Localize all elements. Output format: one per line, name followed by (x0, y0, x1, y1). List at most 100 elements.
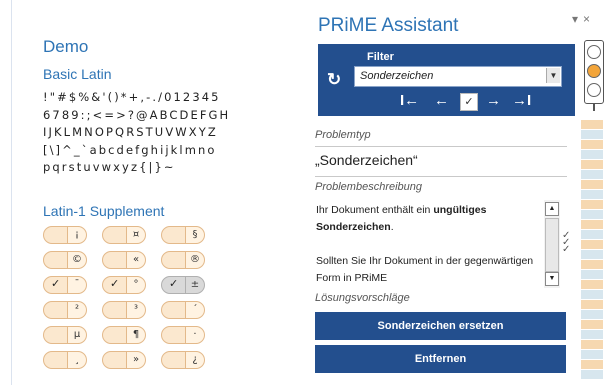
divider (315, 176, 567, 177)
previous-problem-button[interactable]: ← (434, 92, 449, 109)
char-cell[interactable]: § (161, 226, 213, 244)
char-cell[interactable]: ¿ (161, 351, 213, 369)
char-cell[interactable]: ✓ ° (102, 276, 154, 294)
char-cell-glyph: ³ (126, 301, 146, 319)
overview-segment (581, 330, 603, 339)
char-cell-check: ✓ (110, 278, 120, 290)
basic-latin-text: !"#$%&'()*+,-./012345 6789:;<=>?@ABCDEFG… (43, 89, 275, 177)
char-cell[interactable]: ¡ (43, 226, 95, 244)
chevron-down-icon[interactable]: ▼ (546, 68, 560, 83)
overview-segment (581, 140, 603, 149)
overview-segment (581, 290, 603, 299)
document-overview-stripe[interactable] (581, 120, 603, 385)
mark-done-button[interactable]: ✓ (460, 93, 478, 111)
problem-type-value: „Sonderzeichen“ (315, 152, 418, 168)
traffic-yellow-lamp (587, 64, 601, 78)
char-cell[interactable]: ¶ (102, 326, 154, 344)
char-cell-glyph: ¿ (185, 351, 205, 369)
overview-segment (581, 120, 603, 129)
overview-segment (581, 280, 603, 289)
char-cell-glyph: ¸ (67, 351, 87, 369)
char-cell[interactable]: © (43, 251, 95, 269)
filter-bar: Filter ↻ Sonderzeichen ▼ I← ← ✓ → →I (318, 44, 575, 116)
basic-latin-heading: Basic Latin (43, 66, 112, 82)
overview-segment (581, 340, 603, 349)
char-cell[interactable]: µ (43, 326, 95, 344)
overview-segment (581, 270, 603, 279)
char-cell[interactable]: ² (43, 301, 95, 319)
char-cell-glyph: » (126, 351, 146, 369)
next-problem-button[interactable]: → (486, 92, 501, 109)
char-cell-glyph: ± (185, 276, 205, 294)
scroll-up-icon[interactable]: ▲ (545, 202, 559, 216)
problem-description-box[interactable]: Ihr Dokument enthält ein ungültiges Sond… (310, 200, 563, 288)
problem-description-text: Ihr Dokument enthält ein ungültiges Sond… (316, 202, 540, 287)
char-cell[interactable]: ¸ (43, 351, 95, 369)
char-cell-glyph: © (67, 251, 87, 269)
char-cell-glyph: ´ (185, 301, 205, 319)
char-cell-glyph: ® (185, 251, 205, 269)
overview-segment (581, 130, 603, 139)
description-text: Sollten Sie Ihr Dokument in der gegenwär… (316, 255, 534, 284)
overview-segment (581, 190, 603, 199)
overview-segment (581, 170, 603, 179)
overview-segment (581, 230, 603, 239)
problem-description-label: Problembeschreibung (315, 181, 423, 193)
overview-segment (581, 320, 603, 329)
char-cell[interactable]: ✓ ± (161, 276, 213, 294)
overview-segment (581, 180, 603, 189)
traffic-light-icon (584, 40, 604, 111)
pane-menu-icon[interactable]: ▾ (572, 12, 578, 26)
text-line: IJKLMNOPQRSTUVWXYZ (43, 125, 218, 139)
scroll-thumb[interactable] (545, 218, 559, 272)
overview-segment (581, 260, 603, 269)
char-cell-glyph: ² (67, 301, 87, 319)
first-problem-button[interactable]: I← (400, 92, 419, 109)
overview-segment (581, 350, 603, 359)
text-line: 6789:;<=>?@ABCDEFGH (43, 107, 231, 122)
document-area[interactable]: Demo Basic Latin !"#$%&'()*+,-./012345 6… (0, 0, 310, 385)
overview-segment (581, 160, 603, 169)
last-problem-button[interactable]: →I (512, 92, 531, 109)
filter-select[interactable]: Sonderzeichen ▼ (354, 66, 562, 87)
overview-segment (581, 360, 603, 369)
refresh-icon[interactable]: ↻ (327, 70, 341, 90)
char-cell-glyph: « (126, 251, 146, 269)
char-cell[interactable]: · (161, 326, 213, 344)
text-line: pqrstuvwxyz{|}~ (43, 160, 176, 174)
filter-select-value: Sonderzeichen (360, 70, 434, 82)
pane-controls: ▾ × (572, 12, 595, 26)
solutions-label: Lösungsvorschläge (315, 292, 410, 304)
char-cell-check: ✓ (51, 278, 61, 290)
overview-segment (581, 150, 603, 159)
overview-segment (581, 210, 603, 219)
overview-segment (581, 220, 603, 229)
char-cell[interactable]: ´ (161, 301, 213, 319)
char-cell-glyph: ¶ (126, 326, 146, 344)
char-cell-check: ✓ (169, 278, 179, 290)
traffic-light-stem (593, 103, 595, 111)
char-cell[interactable]: ¤ (102, 226, 154, 244)
char-cell[interactable]: ® (161, 251, 213, 269)
description-text: . (390, 221, 394, 233)
char-cell[interactable]: » (102, 351, 154, 369)
text-line: !"#$%&'()*+,-./012345 (43, 90, 221, 104)
char-cell-glyph: ¤ (126, 226, 146, 244)
traffic-green-lamp (587, 83, 601, 97)
char-cell[interactable]: ✓ ¯ (43, 276, 95, 294)
char-cell-glyph: · (185, 326, 205, 344)
close-icon[interactable]: × (583, 12, 590, 26)
overview-segment (581, 300, 603, 309)
char-cell[interactable]: ³ (102, 301, 154, 319)
document-title: Demo (43, 37, 89, 56)
char-cell[interactable]: « (102, 251, 154, 269)
replace-special-char-button[interactable]: Sonderzeichen ersetzen (315, 312, 566, 340)
text-line: [\]^_`abcdefghijklmno (43, 142, 217, 157)
description-scrollbar[interactable]: ▲ ▼ (544, 200, 560, 288)
page-margin-line (11, 0, 12, 385)
remove-button[interactable]: Entfernen (315, 345, 566, 373)
scroll-down-icon[interactable]: ▼ (545, 272, 559, 286)
problem-type-label: Problemtyp (315, 129, 371, 141)
problem-markers: ✓ ✓ ✓ (562, 230, 571, 255)
char-cell-glyph: § (185, 226, 205, 244)
